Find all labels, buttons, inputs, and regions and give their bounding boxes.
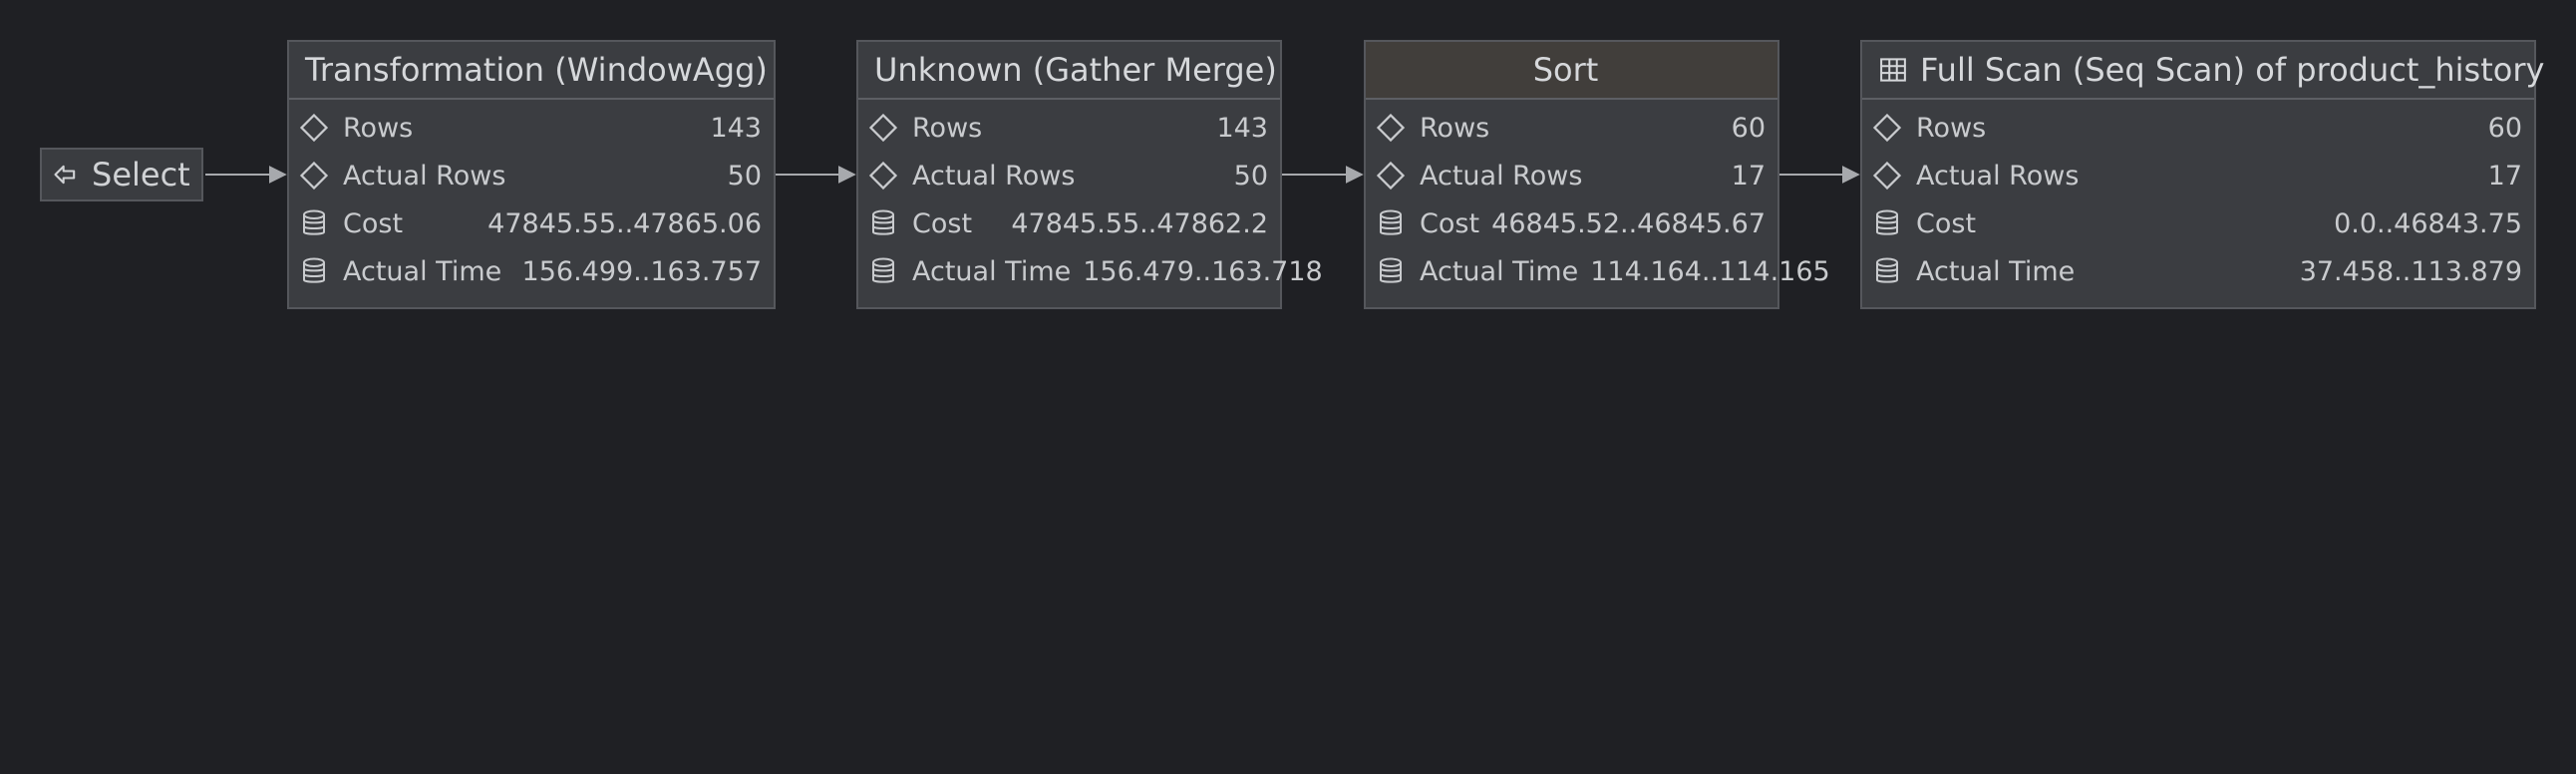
- diamond-icon: [1872, 161, 1902, 191]
- database-icon: [303, 209, 325, 235]
- metric-actual-time: Actual Time 156.479..163.718: [868, 247, 1323, 295]
- metric-label: Cost: [1916, 207, 1977, 239]
- table-icon: [1880, 58, 1906, 82]
- metric-actual-rows: Actual Rows 50: [868, 152, 1268, 199]
- database-icon: [1876, 209, 1898, 235]
- arrow-left-exit-icon: [54, 165, 76, 185]
- metric-cost: Cost 0.0..46843.75: [1872, 199, 2522, 247]
- metric-label: Cost: [1420, 207, 1480, 239]
- metric-value: 156.479..163.718: [1083, 255, 1323, 287]
- metric-cost: Cost 47845.55..47865.06: [299, 199, 762, 247]
- diamond-icon: [1376, 113, 1406, 143]
- query-plan-canvas: Select Transformation (WindowAgg) Rows 1…: [0, 0, 2576, 774]
- node-title: Full Scan (Seq Scan) of product_history: [1920, 51, 2545, 89]
- metric-actual-time: Actual Time 114.164..114.165: [1376, 247, 1830, 295]
- metric-value: 156.499..163.757: [521, 255, 762, 287]
- metric-value: 50: [1233, 160, 1268, 192]
- metric-value: 143: [710, 112, 762, 144]
- diamond-icon: [1872, 113, 1902, 143]
- metric-label: Actual Rows: [912, 160, 1076, 192]
- metric-actual-time: Actual Time 156.499..163.757: [299, 247, 762, 295]
- metric-label: Rows: [912, 112, 983, 144]
- select-node[interactable]: Select: [40, 148, 203, 201]
- metric-value: 60: [2487, 112, 2522, 144]
- node-header: Sort: [1366, 42, 1777, 100]
- database-icon: [872, 257, 894, 283]
- metric-label: Rows: [1420, 112, 1490, 144]
- metric-value: 47845.55..47865.06: [487, 207, 762, 239]
- metric-cost: Cost 47845.55..47862.2: [868, 199, 1268, 247]
- metric-actual-rows: Actual Rows 17: [1376, 152, 1766, 199]
- metric-label: Actual Time: [912, 255, 1072, 287]
- metric-cost: Cost 46845.52..46845.67: [1376, 199, 1766, 247]
- database-icon: [303, 257, 325, 283]
- node-title: Unknown (Gather Merge): [874, 51, 1277, 89]
- metric-label: Actual Rows: [1916, 160, 2080, 192]
- metric-label: Cost: [912, 207, 973, 239]
- database-icon: [1380, 257, 1402, 283]
- metric-label: Cost: [343, 207, 404, 239]
- plan-node-full-scan[interactable]: Full Scan (Seq Scan) of product_history …: [1860, 40, 2544, 309]
- metric-value: 47845.55..47862.2: [1011, 207, 1268, 239]
- plan-node-gather-merge[interactable]: Unknown (Gather Merge) Rows 143 Actual R…: [856, 40, 1323, 309]
- database-icon: [1876, 257, 1898, 283]
- database-icon: [872, 209, 894, 235]
- plan-node-windowagg[interactable]: Transformation (WindowAgg) Rows 143 Actu…: [287, 40, 776, 309]
- metric-rows: Rows 60: [1376, 104, 1766, 152]
- metric-value: 17: [2487, 160, 2522, 192]
- node-title: Sort: [1532, 51, 1599, 89]
- diamond-icon: [299, 161, 329, 191]
- metric-actual-rows: Actual Rows 17: [1872, 152, 2522, 199]
- diamond-icon: [868, 161, 898, 191]
- metric-value: 46845.52..46845.67: [1491, 207, 1766, 239]
- metric-rows: Rows 60: [1872, 104, 2522, 152]
- metric-value: 143: [1216, 112, 1268, 144]
- metric-value: 37.458..113.879: [2299, 255, 2522, 287]
- node-header: Transformation (WindowAgg): [289, 42, 774, 100]
- metric-label: Actual Time: [1420, 255, 1579, 287]
- select-node-label: Select: [92, 156, 190, 194]
- node-title: Transformation (WindowAgg): [305, 51, 768, 89]
- metric-label: Actual Time: [343, 255, 502, 287]
- metric-value: 60: [1731, 112, 1766, 144]
- metric-label: Actual Rows: [1420, 160, 1583, 192]
- node-header: Full Scan (Seq Scan) of product_history: [1862, 42, 2544, 100]
- database-icon: [1380, 209, 1402, 235]
- diamond-icon: [868, 113, 898, 143]
- metric-rows: Rows 143: [299, 104, 762, 152]
- diamond-icon: [1376, 161, 1406, 191]
- diamond-icon: [299, 113, 329, 143]
- node-header: Unknown (Gather Merge): [858, 42, 1280, 100]
- metric-actual-rows: Actual Rows 50: [299, 152, 762, 199]
- plan-node-sort[interactable]: Sort Rows 60 Actual Rows 17 Cost 46845.5…: [1364, 40, 1830, 309]
- metric-value: 114.164..114.165: [1590, 255, 1830, 287]
- metric-actual-time: Actual Time 37.458..113.879: [1872, 247, 2522, 295]
- metric-label: Actual Time: [1916, 255, 2076, 287]
- metric-label: Rows: [1916, 112, 1987, 144]
- metric-value: 50: [727, 160, 762, 192]
- metric-value: 17: [1731, 160, 1766, 192]
- metric-label: Actual Rows: [343, 160, 506, 192]
- metric-rows: Rows 143: [868, 104, 1268, 152]
- metric-label: Rows: [343, 112, 414, 144]
- metric-value: 0.0..46843.75: [2334, 207, 2522, 239]
